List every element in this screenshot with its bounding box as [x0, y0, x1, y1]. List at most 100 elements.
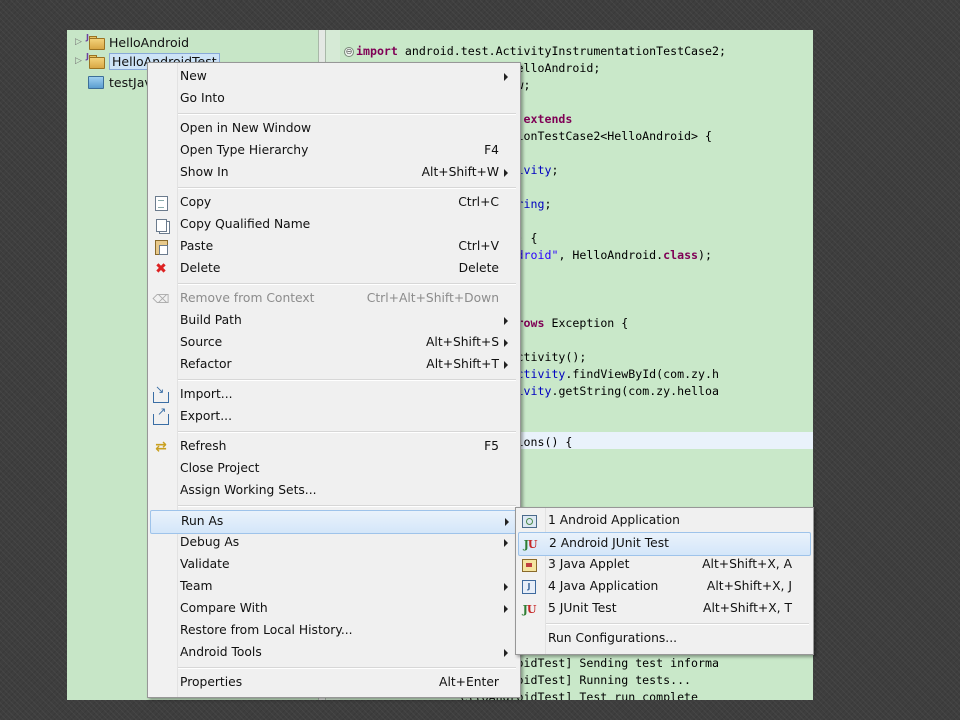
menu-item-shortcut: F4: [484, 143, 499, 157]
menu-item-android-tools[interactable]: Android Tools: [150, 642, 516, 664]
menu-icon-slot: [153, 91, 169, 107]
submenu-arrow-icon: [504, 169, 508, 177]
menu-separator: [178, 113, 516, 115]
context-menu: New Go Into Open in New Window Open Type Hi…: [147, 62, 521, 698]
code-token: import: [356, 44, 398, 58]
menu-icon-slot: [153, 335, 169, 351]
paste-icon: [153, 239, 169, 255]
menu-item-label: Refactor: [180, 357, 232, 371]
menu-item-copy[interactable]: Copy Ctrl+C: [150, 192, 516, 214]
menu-item-show-in[interactable]: Show In Alt+Shift+W: [150, 162, 516, 184]
submenu-arrow-icon: [504, 361, 508, 369]
menu-separator: [178, 431, 516, 433]
code-token: ;: [544, 197, 552, 211]
expand-arrow-icon[interactable]: ▷: [75, 37, 85, 47]
menu-item-open-in-new-window[interactable]: Open in New Window: [150, 118, 516, 140]
menu-item-assign-working-sets[interactable]: Assign Working Sets...: [150, 480, 516, 502]
menu-item-label: 3 Java Applet: [548, 557, 630, 571]
menu-item-label: Import...: [180, 387, 233, 401]
menu-item-label: Copy: [180, 195, 212, 209]
submenu-arrow-icon: [504, 649, 508, 657]
menu-item-properties[interactable]: Properties Alt+Enter: [150, 672, 516, 694]
java-project-icon: J: [86, 52, 105, 69]
tree-item-label[interactable]: testJav: [109, 75, 152, 90]
menu-item-label: Restore from Local History...: [180, 623, 353, 637]
submenu-item-3-java-applet[interactable]: 3 Java Applet Alt+Shift+X, A: [518, 554, 809, 576]
menu-item-new[interactable]: New: [150, 66, 516, 88]
java-application-icon: J: [521, 579, 537, 595]
java-applet-icon: [521, 557, 537, 573]
menu-icon-slot: [154, 514, 170, 530]
tree-item-helloandroid[interactable]: ▷ J HelloAndroid: [75, 32, 189, 52]
menu-icon-slot: [153, 165, 169, 181]
menu-item-label: 2 Android JUnit Test: [549, 536, 669, 550]
menu-item-run-as[interactable]: Run As: [150, 510, 518, 534]
code-token: );: [698, 248, 713, 262]
submenu-arrow-icon: [504, 339, 508, 347]
menu-item-refactor[interactable]: Refactor Alt+Shift+T: [150, 354, 516, 376]
menu-item-label: Paste: [180, 239, 214, 253]
code-token: .findViewById(com.zy.h: [565, 367, 719, 381]
menu-item-label: Export...: [180, 409, 232, 423]
menu-item-label: New: [180, 69, 207, 83]
menu-item-label: Show In: [180, 165, 229, 179]
menu-item-label: Open Type Hierarchy: [180, 143, 309, 157]
menu-item-copy-qualified-name[interactable]: Copy Qualified Name: [150, 214, 516, 236]
menu-item-shortcut: Alt+Shift+X, A: [702, 557, 792, 571]
menu-item-label: Go Into: [180, 91, 225, 105]
menu-item-shortcut: Ctrl+C: [458, 195, 499, 209]
menu-separator: [546, 623, 809, 625]
menu-item-label: Team: [180, 579, 213, 593]
menu-item-shortcut: Alt+Shift+X, T: [703, 601, 792, 615]
menu-item-paste[interactable]: Paste Ctrl+V: [150, 236, 516, 258]
menu-item-delete[interactable]: ✖ Delete Delete: [150, 258, 516, 280]
menu-item-debug-as[interactable]: Debug As: [150, 532, 516, 554]
menu-separator: [178, 283, 516, 285]
code-token: extends: [523, 112, 573, 126]
expand-arrow-icon[interactable]: ▷: [75, 56, 85, 66]
menu-item-label: Debug As: [180, 535, 240, 549]
menu-item-build-path[interactable]: Build Path: [150, 310, 516, 332]
menu-item-shortcut: Alt+Shift+X, J: [706, 579, 792, 593]
tree-item-label[interactable]: HelloAndroid: [109, 35, 189, 50]
code-token: .getString(com.zy.helloa: [551, 384, 719, 398]
menu-item-label: Open in New Window: [180, 121, 312, 135]
menu-icon-slot: [153, 121, 169, 137]
submenu-item-run-configurations[interactable]: Run Configurations...: [518, 628, 809, 650]
menu-icon-slot: [153, 579, 169, 595]
package-folder-icon: [88, 75, 104, 89]
menu-item-compare-with[interactable]: Compare With: [150, 598, 516, 620]
menu-item-label: Properties: [180, 675, 243, 689]
submenu-item-5-junit-test[interactable]: JU 5 JUnit Test Alt+Shift+X, T: [518, 598, 809, 620]
menu-item-refresh[interactable]: ⇄ Refresh F5: [150, 436, 516, 458]
menu-item-label: Remove from Context: [180, 291, 315, 305]
submenu-item-4-java-application[interactable]: J 4 Java Application Alt+Shift+X, J: [518, 576, 809, 598]
tree-item-testjav[interactable]: testJav: [75, 72, 152, 92]
menu-item-label: Assign Working Sets...: [180, 483, 317, 497]
submenu-item-2-android-junit-test[interactable]: JU 2 Android JUnit Test: [518, 532, 811, 556]
menu-item-import[interactable]: Import...: [150, 383, 516, 406]
menu-item-export[interactable]: Export...: [150, 405, 516, 428]
refresh-icon: ⇄: [155, 439, 167, 455]
menu-icon-slot: [153, 483, 169, 499]
menu-item-label: Copy Qualified Name: [180, 217, 311, 231]
menu-item-open-type-hierarchy[interactable]: Open Type Hierarchy F4: [150, 140, 516, 162]
menu-item-source[interactable]: Source Alt+Shift+S: [150, 332, 516, 354]
submenu-item-1-android-application[interactable]: 1 Android Application: [518, 510, 809, 532]
code-token: , HelloAndroid.: [558, 248, 664, 262]
menu-item-restore-from-local-history[interactable]: Restore from Local History...: [150, 620, 516, 642]
fold-marker-icon[interactable]: ⊖: [344, 47, 354, 57]
export-icon: [153, 405, 169, 425]
submenu-arrow-icon: [504, 583, 508, 591]
submenu-arrow-icon: [504, 317, 508, 325]
menu-item-close-project[interactable]: Close Project: [150, 458, 516, 480]
import-icon: [153, 383, 169, 403]
menu-icon-slot: [153, 357, 169, 373]
menu-item-team[interactable]: Team: [150, 576, 516, 598]
menu-item-go-into[interactable]: Go Into: [150, 88, 516, 110]
menu-item-validate[interactable]: Validate: [150, 554, 516, 576]
menu-icon-slot: [153, 461, 169, 477]
junit-icon: JU: [522, 602, 537, 616]
menu-item-label: Android Tools: [180, 645, 262, 659]
submenu-arrow-icon: [504, 605, 508, 613]
